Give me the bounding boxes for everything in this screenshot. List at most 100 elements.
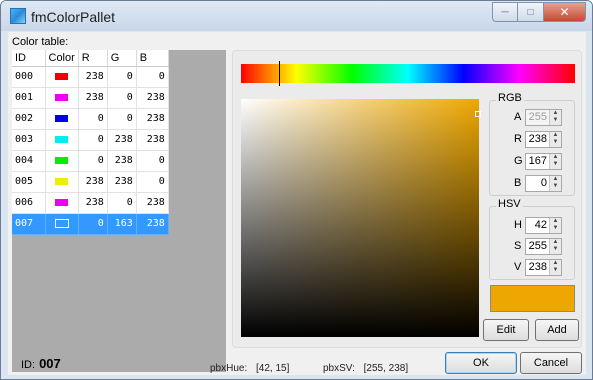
- table-row[interactable]: 007 0 163 238: [12, 213, 169, 235]
- minimize-icon: ─: [501, 6, 509, 18]
- saturation-value-box[interactable]: [241, 99, 481, 337]
- rgb-label-r: R: [514, 133, 522, 145]
- column-header-r[interactable]: R: [78, 50, 108, 67]
- hsv-value-h[interactable]: 42: [535, 219, 547, 231]
- pbx-hue-value: [42, 15]: [256, 363, 290, 374]
- cell-g: 238: [107, 171, 137, 193]
- table-row[interactable]: 001 238 0 238: [12, 87, 169, 109]
- rgb-spin-g[interactable]: 167 ▲ ▼: [525, 153, 562, 170]
- hue-marker[interactable]: [279, 61, 281, 86]
- table-header-row: ID Color R G B: [12, 50, 169, 67]
- sv-marker[interactable]: [475, 110, 481, 117]
- rgb-value-r[interactable]: 238: [529, 133, 547, 145]
- cell-g: 163: [107, 213, 137, 235]
- edit-button[interactable]: Edit: [483, 319, 529, 341]
- cell-b: 238: [136, 108, 169, 130]
- spin-arrows-icon[interactable]: ▲ ▼: [549, 239, 561, 254]
- rgb-value-b[interactable]: 0: [541, 177, 547, 189]
- cell-b: 0: [136, 66, 169, 88]
- spin-arrows-icon[interactable]: ▲ ▼: [549, 176, 561, 191]
- table-row[interactable]: 005 238 238 0: [12, 171, 169, 193]
- pbx-hue-readout: pbxHue: [42, 15]: [210, 363, 289, 374]
- spin-arrows-icon[interactable]: ▲ ▼: [549, 218, 561, 233]
- hsv-spin-v[interactable]: 238 ▲ ▼: [525, 259, 562, 276]
- cell-color: [45, 150, 79, 172]
- table-row[interactable]: 006 238 0 238: [12, 192, 169, 214]
- rgb-label-a: A: [514, 111, 522, 123]
- rgb-value-g[interactable]: 167: [529, 155, 547, 167]
- pbx-hue-label: pbxHue:: [210, 363, 248, 374]
- picker-panel: RGB A 255 ▲ ▼ R 238 ▲ ▼ G 167 ▲ ▼ B 0 ▲ ▼ HSV H 42 ▲ ▼ S 255…: [232, 50, 582, 348]
- cell-r: 0: [78, 129, 108, 151]
- cell-id: 006: [12, 192, 46, 214]
- rgb-spin-b[interactable]: 0 ▲ ▼: [525, 175, 562, 192]
- column-header-b[interactable]: B: [136, 50, 169, 67]
- cancel-button[interactable]: Cancel: [520, 352, 582, 374]
- cell-r: 0: [78, 150, 108, 172]
- rgb-value-a[interactable]: 255: [529, 111, 547, 123]
- add-button[interactable]: Add: [535, 319, 579, 341]
- color-preview: [490, 285, 575, 312]
- color-swatch: [55, 156, 69, 164]
- cell-color: [45, 171, 79, 193]
- color-table-label: Color table:: [12, 36, 69, 48]
- cell-color: [45, 213, 79, 235]
- cell-color: [45, 129, 79, 151]
- ok-button[interactable]: OK: [445, 352, 517, 374]
- rgb-spin-a[interactable]: 255 ▲ ▼: [525, 109, 562, 126]
- cell-r: 238: [78, 87, 108, 109]
- table-row[interactable]: 003 0 238 238: [12, 129, 169, 151]
- hsv-row-v: V 238 ▲ ▼: [490, 259, 572, 277]
- cell-color: [45, 192, 79, 214]
- table-row[interactable]: 004 0 238 0: [12, 150, 169, 172]
- window-title: fmColorPallet: [31, 9, 116, 25]
- maximize-icon: □: [527, 6, 534, 18]
- spin-arrows-icon[interactable]: ▲ ▼: [549, 110, 561, 125]
- cell-id: 005: [12, 171, 46, 193]
- cell-r: 238: [78, 66, 108, 88]
- table-row[interactable]: 002 0 0 238: [12, 108, 169, 130]
- cell-color: [45, 108, 79, 130]
- rgb-row-g: G 167 ▲ ▼: [490, 153, 572, 171]
- id-value: 007: [39, 356, 61, 371]
- cell-id: 004: [12, 150, 46, 172]
- pbx-sv-value: [255, 238]: [363, 363, 409, 374]
- hsv-label-h: H: [514, 219, 522, 231]
- color-swatch: [54, 218, 69, 228]
- spin-arrows-icon[interactable]: ▲ ▼: [549, 154, 561, 169]
- minimize-button[interactable]: ─: [492, 2, 518, 22]
- table-row[interactable]: 000 238 0 0: [12, 66, 169, 88]
- cell-id: 007: [12, 213, 46, 235]
- spin-arrows-icon[interactable]: ▲ ▼: [549, 132, 561, 147]
- hsv-spin-s[interactable]: 255 ▲ ▼: [525, 238, 562, 255]
- cell-g: 0: [107, 66, 137, 88]
- cell-g: 0: [107, 108, 137, 130]
- cell-r: 0: [78, 213, 108, 235]
- color-swatch: [55, 135, 69, 143]
- color-swatch: [55, 72, 69, 80]
- color-table-grid[interactable]: ID Color R G B 000 238 0 0 001 238 0 238 002 0 0 23…: [12, 50, 226, 372]
- hsv-spin-h[interactable]: 42 ▲ ▼: [525, 217, 562, 234]
- rgb-row-a: A 255 ▲ ▼: [490, 109, 572, 127]
- cell-g: 238: [107, 150, 137, 172]
- app-icon: [10, 8, 26, 24]
- rgb-row-r: R 238 ▲ ▼: [490, 131, 572, 149]
- color-table: ID Color R G B 000 238 0 0 001 238 0 238 002 0 0 23…: [12, 50, 169, 235]
- cell-g: 238: [107, 129, 137, 151]
- cell-color: [45, 66, 79, 88]
- close-button[interactable]: ✕: [544, 2, 586, 22]
- column-header-g[interactable]: G: [107, 50, 137, 67]
- spin-arrows-icon[interactable]: ▲ ▼: [549, 260, 561, 275]
- hue-slider[interactable]: [241, 61, 575, 86]
- client-area: Color table: ID Color R G B 000 238 0 0 001 2…: [8, 32, 586, 375]
- rgb-spin-r[interactable]: 238 ▲ ▼: [525, 131, 562, 148]
- cell-id: 002: [12, 108, 46, 130]
- column-header-id[interactable]: ID: [12, 50, 46, 67]
- hsv-value-v[interactable]: 238: [529, 261, 547, 273]
- color-swatch: [55, 114, 69, 122]
- hsv-value-s[interactable]: 255: [529, 240, 547, 252]
- cell-r: 238: [78, 171, 108, 193]
- title-bar[interactable]: fmColorPallet ─ □ ✕: [1, 1, 592, 31]
- column-header-color[interactable]: Color: [45, 50, 79, 67]
- maximize-button[interactable]: □: [518, 2, 544, 22]
